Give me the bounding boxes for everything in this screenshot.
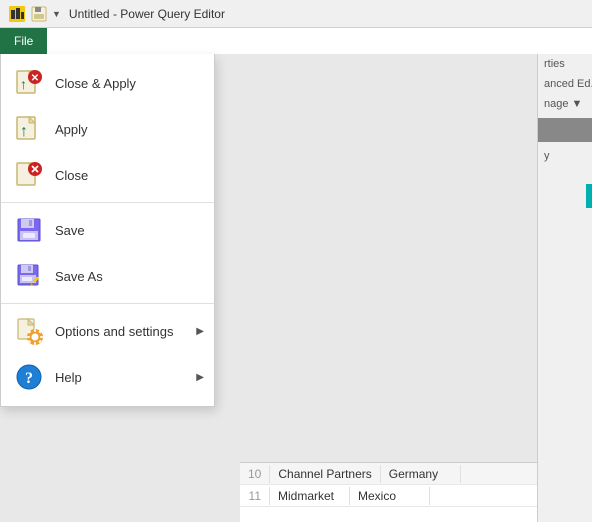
- quick-access-arrow[interactable]: ▼: [52, 9, 61, 19]
- options-submenu-arrow: ▶: [196, 326, 204, 337]
- menu-divider-1: [1, 202, 214, 203]
- title-bar-icons: ▼: [8, 5, 61, 23]
- table-cell-col2-10: Germany: [381, 465, 461, 483]
- menu-item-help-label: Help: [55, 370, 82, 385]
- table-row: 11 Midmarket Mexico: [240, 485, 537, 507]
- svg-text:↑: ↑: [20, 76, 27, 92]
- bottom-table: 10 Channel Partners Germany 11 Midmarket…: [240, 462, 537, 522]
- menu-item-apply-label: Apply: [55, 122, 88, 137]
- right-panel-item-4: y: [538, 146, 592, 166]
- right-panel: rties anced Ed... nage ▼ y: [537, 54, 592, 522]
- svg-text:?: ?: [25, 370, 33, 387]
- save-quick-icon[interactable]: [30, 5, 48, 23]
- teal-accent-bar: [586, 184, 592, 208]
- ribbon: File: [0, 28, 592, 54]
- menu-item-apply[interactable]: ↑ Apply: [1, 106, 214, 152]
- help-submenu-arrow: ▶: [196, 372, 204, 383]
- save-as-icon: [13, 260, 45, 292]
- menu-divider-2: [1, 303, 214, 304]
- close-apply-icon: ✕ ↑: [13, 67, 45, 99]
- file-menu: ✕ ↑ Close & Apply ↑ Apply: [0, 54, 215, 407]
- menu-item-close-apply-label: Close & Apply: [55, 76, 136, 91]
- menu-item-save[interactable]: Save: [1, 207, 214, 253]
- menu-item-close-apply[interactable]: ✕ ↑ Close & Apply: [1, 60, 214, 106]
- close-icon: [13, 159, 45, 191]
- menu-item-close-label: Close: [55, 168, 88, 183]
- right-panel-item-1: rties: [538, 54, 592, 74]
- row-number-11: 11: [240, 487, 270, 505]
- table-cell-col1-10: Channel Partners: [270, 465, 380, 483]
- row-number-10: 10: [240, 465, 270, 483]
- right-panel-item-2: anced Ed...: [538, 74, 592, 94]
- menu-item-options-label: Options and settings: [55, 324, 174, 339]
- menu-item-save-as[interactable]: Save As: [1, 253, 214, 299]
- menu-item-help[interactable]: ? Help ▶: [1, 354, 214, 400]
- menu-item-save-label: Save: [55, 223, 85, 238]
- table-cell-col2-11: Mexico: [350, 487, 430, 505]
- gray-bar: [538, 118, 592, 142]
- right-panel-item-3: nage ▼: [538, 94, 592, 114]
- table-row: 10 Channel Partners Germany: [240, 463, 537, 485]
- svg-text:✕: ✕: [31, 73, 39, 84]
- menu-item-close[interactable]: Close: [1, 152, 214, 198]
- svg-text:↑: ↑: [20, 123, 28, 140]
- app-icon: [8, 5, 26, 23]
- help-icon: ?: [13, 361, 45, 393]
- apply-icon: ↑: [13, 113, 45, 145]
- menu-item-save-as-label: Save As: [55, 269, 103, 284]
- title-bar: ▼ Untitled - Power Query Editor: [0, 0, 592, 28]
- title-bar-title: Untitled - Power Query Editor: [69, 7, 225, 21]
- options-icon: [13, 315, 45, 347]
- save-icon: [13, 214, 45, 246]
- table-cell-col1-11: Midmarket: [270, 487, 350, 505]
- menu-item-options[interactable]: Options and settings ▶: [1, 308, 214, 354]
- file-tab[interactable]: File: [0, 28, 47, 54]
